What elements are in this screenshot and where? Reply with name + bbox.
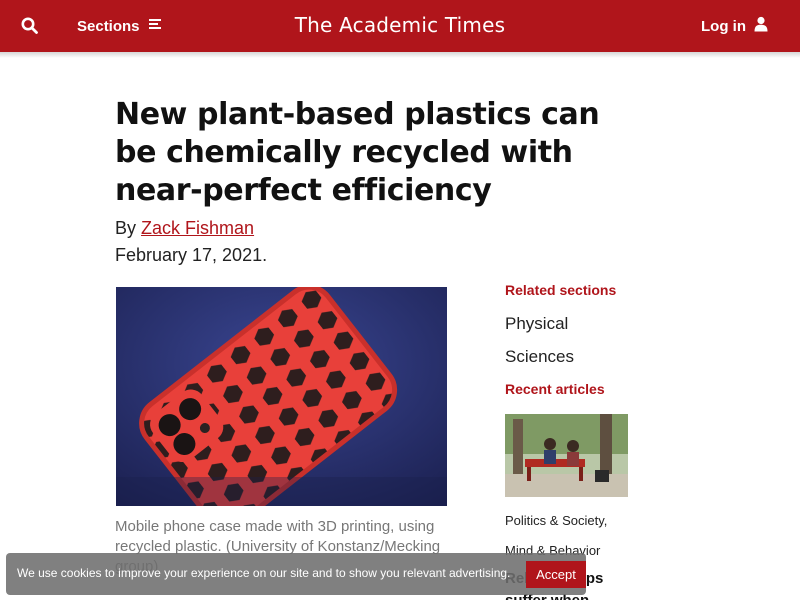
cookie-message: We use cookies to improve your experienc…: [17, 566, 511, 580]
related-sections-heading: Related sections: [505, 282, 617, 298]
accept-cookies-button[interactable]: Accept: [526, 561, 586, 588]
login-button[interactable]: Log in: [701, 16, 768, 36]
byline-prefix: By: [115, 218, 137, 238]
menu-icon: [148, 17, 164, 35]
recent-article-tag-politics[interactable]: Politics & Society,: [505, 513, 607, 528]
search-icon[interactable]: [20, 16, 40, 36]
related-section-link-sciences[interactable]: Sciences: [505, 347, 574, 367]
sections-menu-button[interactable]: Sections: [77, 16, 164, 36]
user-icon: [754, 16, 768, 36]
top-navigation-bar: Sections The Academic Times Log in: [0, 0, 800, 52]
login-label: Log in: [701, 17, 746, 35]
related-section-link-physical[interactable]: Physical: [505, 314, 568, 334]
article-headline: New plant-based plastics can be chemical…: [115, 97, 600, 208]
sections-label: Sections: [77, 17, 140, 35]
article-hero-image: [116, 287, 447, 506]
recent-article-thumbnail[interactable]: [505, 414, 628, 497]
publish-date: February 17, 2021.: [115, 245, 268, 265]
byline: By Zack Fishman: [115, 218, 254, 239]
author-link[interactable]: Zack Fishman: [141, 218, 254, 238]
cookie-consent-banner: We use cookies to improve your experienc…: [6, 553, 586, 595]
recent-articles-heading: Recent articles: [505, 381, 605, 397]
header-shadow: [0, 52, 800, 58]
